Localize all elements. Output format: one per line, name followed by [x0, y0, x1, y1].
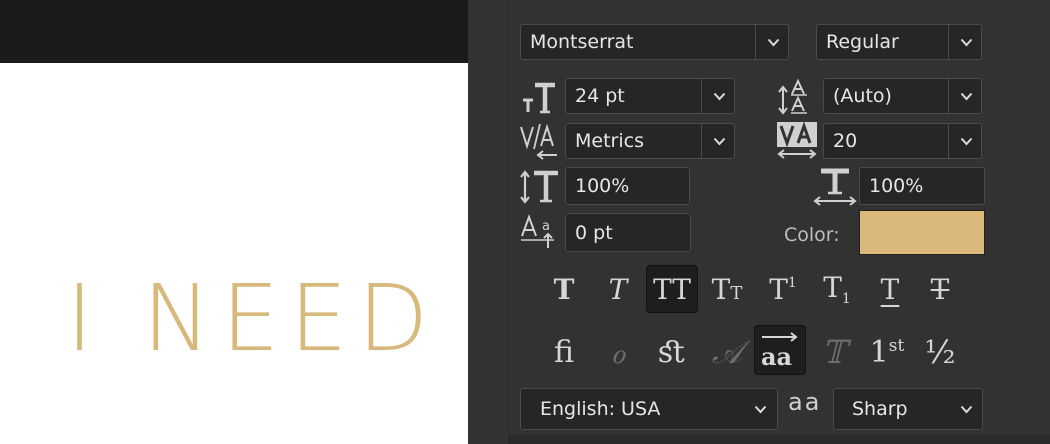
canvas-document[interactable]: I NEED [0, 63, 468, 444]
underline-button[interactable]: T [864, 265, 916, 313]
vertical-scale-field[interactable]: 100% [565, 167, 690, 205]
baseline-shift-icon: a [520, 214, 562, 250]
chevron-down-icon[interactable] [949, 79, 983, 113]
faux-bold-button[interactable]: T [538, 265, 590, 313]
discretionary-ligatures-icon: ﬆ [658, 334, 686, 370]
panel-bottom-edge [508, 435, 1050, 444]
canvas-text-layer[interactable]: I NEED [66, 269, 438, 369]
chevron-down-icon[interactable] [702, 79, 736, 113]
chevron-down-icon[interactable] [950, 389, 982, 429]
baseline-shift-field[interactable]: 0 pt [565, 213, 691, 252]
leading-value: (Auto) [833, 85, 892, 107]
swash-button[interactable]: 𝒜 [701, 328, 753, 376]
faux-italic-icon: T [608, 272, 628, 306]
language-value: English: USA [540, 398, 661, 420]
vertical-scale-value: 100% [575, 175, 630, 197]
standard-ligatures-button[interactable]: ﬁ [538, 328, 590, 376]
horizontal-scale-icon [812, 166, 858, 208]
discretionary-ligatures-button[interactable]: ﬆ [646, 328, 698, 376]
leading-field[interactable]: (Auto) [823, 78, 982, 114]
ordinals-icon: 1st [869, 334, 905, 370]
font-family-select[interactable]: Montserrat [520, 24, 789, 60]
ordinals-button[interactable]: 1st [861, 328, 913, 376]
chevron-down-icon[interactable] [756, 25, 790, 59]
superscript-button[interactable]: T1 [757, 265, 809, 313]
fractions-icon: ½ [924, 333, 956, 371]
tracking-select[interactable]: 20 [823, 123, 982, 159]
anti-aliasing-select[interactable]: Sharp [833, 388, 983, 430]
anti-aliasing-icon: aa [788, 388, 822, 416]
character-panel: Montserrat Regular 24 pt (Auto) Metrics … [468, 0, 1050, 444]
tracking-icon [776, 120, 820, 160]
font-family-value: Montserrat [530, 31, 634, 53]
color-label: Color: [784, 224, 840, 246]
small-caps-icon: TT [711, 272, 743, 306]
horizontal-scale-field[interactable]: 100% [859, 167, 985, 205]
kerning-value: Metrics [575, 130, 644, 152]
svg-text:aa: aa [761, 342, 792, 370]
faux-italic-button[interactable]: T [592, 265, 644, 313]
subscript-button[interactable]: T1 [811, 265, 863, 313]
anti-aliasing-value: Sharp [852, 398, 908, 420]
leading-icon [777, 78, 817, 116]
strikethrough-button[interactable]: T [914, 265, 966, 313]
chevron-down-icon[interactable] [949, 124, 983, 158]
baseline-shift-value: 0 pt [575, 221, 613, 244]
fractions-button[interactable]: ½ [914, 328, 966, 376]
font-style-select[interactable]: Regular [816, 24, 982, 60]
chevron-down-icon[interactable] [743, 389, 777, 429]
font-size-value: 24 pt [575, 85, 625, 107]
language-select[interactable]: English: USA [520, 388, 778, 430]
font-size-icon [521, 81, 559, 115]
superscript-icon: T1 [769, 272, 797, 306]
contextual-alternates-button[interactable]: ℴ [592, 328, 644, 376]
underline-icon: T [880, 272, 900, 306]
canvas-area: I NEED [0, 0, 468, 444]
all-caps-icon: TT [653, 272, 691, 306]
horizontal-scale-value: 100% [869, 175, 924, 197]
tracking-value: 20 [833, 130, 858, 152]
faux-bold-icon: T [553, 272, 575, 306]
vertical-scale-icon [518, 169, 562, 205]
stylistic-alternates-button[interactable]: aa [754, 325, 806, 375]
svg-text:a: a [542, 219, 550, 234]
subscript-icon: T1 [823, 271, 851, 307]
all-caps-button[interactable]: TT [646, 265, 698, 313]
chevron-down-icon[interactable] [949, 25, 983, 59]
small-caps-button[interactable]: TT [701, 265, 753, 313]
swash-icon: 𝒜 [711, 332, 743, 371]
kerning-icon [519, 122, 561, 160]
font-size-field[interactable]: 24 pt [565, 78, 735, 114]
contextual-alternates-icon: ℴ [610, 333, 626, 371]
kerning-select[interactable]: Metrics [565, 123, 735, 159]
chevron-down-icon[interactable] [702, 124, 736, 158]
titling-alternates-icon: 𝕋 [822, 333, 846, 371]
font-style-value: Regular [826, 31, 899, 53]
strikethrough-icon: T [930, 272, 950, 306]
stylistic-alternates-icon: aa [761, 332, 798, 370]
color-swatch[interactable] [859, 210, 985, 255]
titling-alternates-button[interactable]: 𝕋 [808, 328, 860, 376]
standard-ligatures-icon: ﬁ [553, 334, 574, 370]
